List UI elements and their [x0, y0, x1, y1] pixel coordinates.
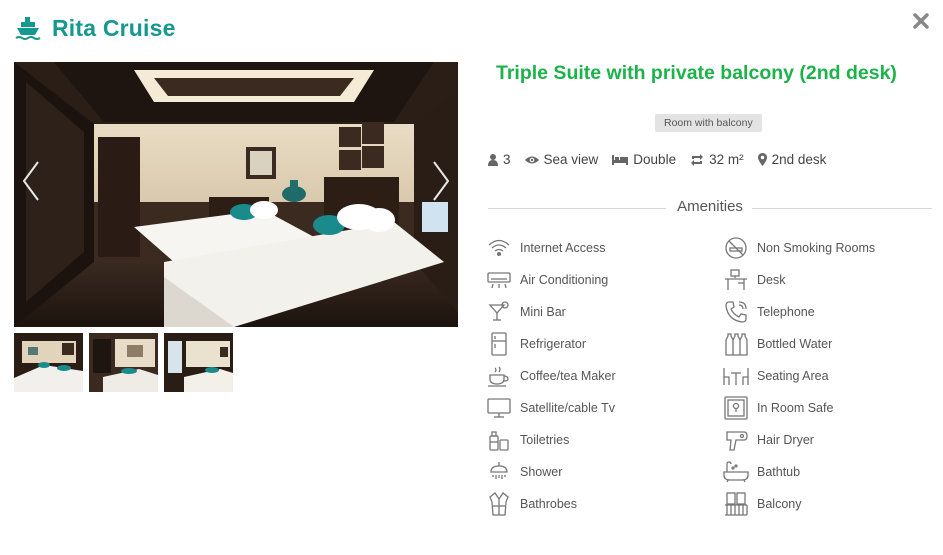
map-marker-icon [757, 153, 767, 166]
amenities-heading: Amenities [488, 198, 932, 218]
amenity-label: Non Smoking Rooms [757, 241, 876, 255]
amenity-label: Balcony [757, 497, 802, 511]
shower-icon [490, 462, 508, 479]
bed-icon [612, 154, 629, 165]
spec-view-label: Sea view [543, 152, 599, 167]
amenity-label: Refrigerator [520, 337, 586, 351]
spec-occupancy-label: 3 [503, 152, 511, 167]
amenity-item: Hair Dryer [723, 424, 875, 456]
amenity-item: Bathtub [723, 456, 875, 488]
room-tag-badge: Room with balcony [655, 114, 762, 132]
spec-area: 32 m² [690, 152, 744, 167]
amenity-label: Toiletries [520, 433, 570, 447]
amenity-label: Telephone [757, 305, 815, 319]
gallery-thumbnail[interactable] [14, 333, 83, 392]
amenity-item: Non Smoking Rooms [723, 232, 875, 264]
amenity-item: Bathrobes [486, 488, 616, 520]
gallery-prev-button[interactable] [20, 158, 42, 204]
amenities-left-column: Internet Access Air Conditioning Mini Ba… [486, 232, 616, 520]
amenity-item: Mini Bar [486, 296, 616, 328]
telephone-icon [725, 301, 747, 323]
ship-icon [15, 17, 41, 40]
amenity-label: Desk [757, 273, 786, 287]
amenity-item: Balcony [723, 488, 875, 520]
bottled-water-icon [725, 333, 748, 356]
amenity-item: Refrigerator [486, 328, 616, 360]
amenity-item: Coffee/tea Maker [486, 360, 616, 392]
gallery-thumbnail[interactable] [89, 333, 158, 392]
room-photo [14, 62, 458, 327]
refrigerator-icon [491, 332, 507, 356]
bathrobe-icon [489, 492, 509, 516]
amenity-item: Desk [723, 264, 875, 296]
hair-dryer-icon [726, 431, 748, 451]
amenity-label: Seating Area [757, 369, 829, 383]
spec-bed-label: Double [633, 152, 677, 167]
spec-deck: 2nd desk [757, 152, 827, 167]
amenity-item: Telephone [723, 296, 875, 328]
amenity-label: Coffee/tea Maker [520, 369, 616, 383]
amenity-item: Seating Area [723, 360, 875, 392]
close-icon[interactable] [911, 11, 931, 31]
balcony-icon [725, 492, 748, 516]
amenity-label: Bottled Water [757, 337, 833, 351]
amenity-label: Bathrobes [520, 497, 577, 511]
amenity-label: Mini Bar [520, 305, 566, 319]
amenity-item: Satellite/cable Tv [486, 392, 616, 424]
amenity-item: In Room Safe [723, 392, 875, 424]
desk-icon [725, 269, 747, 290]
area-icon [691, 153, 704, 166]
room-specs: 3 Sea view Double 32 m² 2nd desk [488, 152, 840, 167]
amenity-item: Toiletries [486, 424, 616, 456]
amenity-label: Bathtub [757, 465, 801, 479]
spec-area-label: 32 m² [709, 152, 744, 167]
amenity-label: Shower [520, 465, 563, 479]
amenities-right-column: Non Smoking Rooms Desk Telephone Bottled… [723, 232, 875, 520]
amenity-item: Internet Access [486, 232, 616, 264]
bathtub-icon [723, 461, 749, 483]
coffee-cup-icon [488, 366, 509, 387]
spec-bed: Double [612, 152, 676, 167]
amenity-label: Hair Dryer [757, 433, 814, 447]
spec-view: Sea view [524, 152, 599, 167]
amenity-label: In Room Safe [757, 401, 834, 415]
gallery-main-image[interactable] [14, 62, 458, 327]
divider [752, 208, 932, 209]
room-title: Triple Suite with private balcony (2nd d… [496, 62, 897, 84]
air-conditioning-icon [487, 272, 511, 289]
brand: Rita Cruise [14, 14, 176, 42]
gallery-thumbnail[interactable] [164, 333, 233, 392]
tv-icon [487, 398, 511, 418]
amenity-label: Internet Access [520, 241, 606, 255]
amenity-item: Shower [486, 456, 616, 488]
amenity-item: Bottled Water [723, 328, 875, 360]
gallery-thumbnails [14, 333, 233, 392]
gallery-next-button[interactable] [430, 158, 452, 204]
toiletries-icon [489, 431, 509, 451]
seating-area-icon [723, 368, 749, 385]
amenity-item: Air Conditioning [486, 264, 616, 296]
wifi-icon [488, 239, 510, 257]
amenity-label: Satellite/cable Tv [520, 401, 615, 415]
amenity-label: Air Conditioning [520, 273, 609, 287]
eye-icon [524, 156, 539, 163]
cocktail-icon [488, 301, 509, 321]
spec-occupancy: 3 [488, 152, 511, 167]
safe-icon [724, 396, 748, 420]
brand-name: Rita Cruise [52, 14, 176, 41]
amenities-title: Amenities [677, 198, 743, 215]
no-smoking-icon [725, 237, 747, 259]
spec-deck-label: 2nd desk [771, 152, 827, 167]
user-icon [488, 153, 498, 166]
